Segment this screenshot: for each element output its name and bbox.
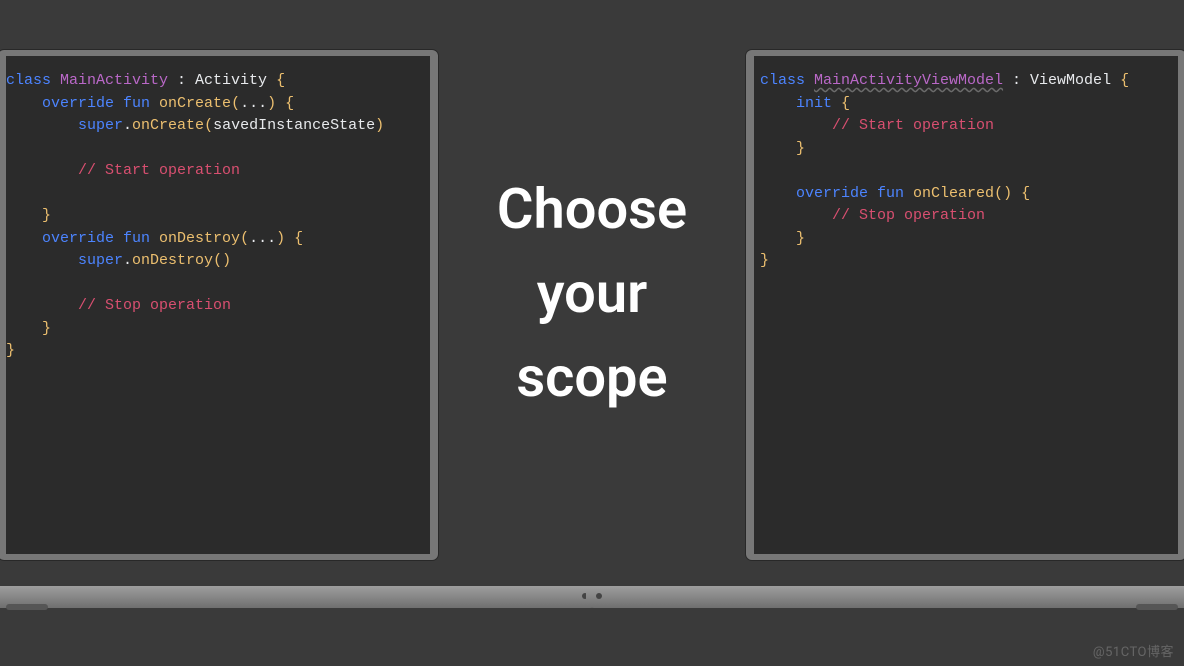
code-line: } — [6, 318, 430, 341]
code-line: override fun onCleared() { — [760, 183, 1178, 206]
code-token: ... — [240, 95, 267, 112]
code-token — [6, 252, 78, 269]
code-token: : ViewModel — [1003, 72, 1120, 89]
code-token: . — [123, 117, 132, 134]
code-line: } — [6, 340, 430, 363]
code-token: onDestroy — [159, 230, 240, 247]
code-line: // Start operation — [6, 160, 430, 183]
code-line — [6, 273, 430, 296]
code-line — [6, 183, 430, 206]
code-token: ( — [213, 252, 222, 269]
code-token: ) — [276, 230, 294, 247]
code-token: } — [796, 140, 805, 157]
code-token: // Stop operation — [78, 297, 231, 314]
code-token: } — [42, 320, 51, 337]
code-token: super — [78, 252, 123, 269]
right-laptop-base — [746, 568, 1184, 610]
code-token: } — [42, 207, 51, 224]
code-line: init { — [760, 93, 1178, 116]
code-token — [6, 95, 42, 112]
code-token: class — [6, 72, 60, 89]
code-token: // Start operation — [832, 117, 994, 134]
code-token: MainActivityViewModel — [814, 72, 1003, 89]
code-token: { — [1021, 185, 1030, 202]
code-token: . — [123, 252, 132, 269]
code-line: } — [760, 250, 1178, 273]
code-line: override fun onCreate(...) { — [6, 93, 430, 116]
code-token: // Stop operation — [832, 207, 985, 224]
code-line — [760, 160, 1178, 183]
code-line: } — [760, 138, 1178, 161]
right-code-editor: class MainActivityViewModel : ViewModel … — [754, 56, 1178, 554]
code-token: } — [6, 342, 15, 359]
code-token: ( — [204, 117, 213, 134]
code-token: MainActivity — [60, 72, 168, 89]
code-token — [760, 140, 796, 157]
code-token: : Activity — [168, 72, 276, 89]
code-token: } — [760, 252, 769, 269]
code-line: super.onDestroy() — [6, 250, 430, 273]
code-token: // Start operation — [78, 162, 240, 179]
code-token: ... — [249, 230, 276, 247]
code-token: { — [841, 95, 850, 112]
code-token: ) — [222, 252, 231, 269]
left-code-editor: class MainActivity : Activity { override… — [6, 56, 430, 554]
code-token: ( — [994, 185, 1003, 202]
code-line: class MainActivity : Activity { — [6, 70, 430, 93]
left-laptop: class MainActivity : Activity { override… — [0, 50, 438, 610]
code-token: override fun — [42, 95, 159, 112]
code-token: ) — [375, 117, 384, 134]
code-token — [6, 297, 78, 314]
code-token: } — [796, 230, 805, 247]
code-token: ( — [231, 95, 240, 112]
code-token: onCleared — [913, 185, 994, 202]
code-token — [760, 185, 796, 202]
code-token: ) — [1003, 185, 1021, 202]
right-screen-bezel: class MainActivityViewModel : ViewModel … — [746, 50, 1184, 560]
code-line: // Start operation — [760, 115, 1178, 138]
code-token: override fun — [42, 230, 159, 247]
code-token — [6, 320, 42, 337]
code-line: // Stop operation — [6, 295, 430, 318]
code-line: // Stop operation — [760, 205, 1178, 228]
code-token — [6, 117, 78, 134]
code-token: ( — [240, 230, 249, 247]
headline: Choose your scope — [497, 167, 687, 419]
watermark: @51CTO博客 — [1093, 641, 1174, 660]
code-token: { — [1120, 72, 1129, 89]
code-token: { — [276, 72, 285, 89]
right-laptop: class MainActivityViewModel : ViewModel … — [746, 50, 1184, 610]
code-token: class — [760, 72, 814, 89]
code-line: override fun onDestroy(...) { — [6, 228, 430, 251]
code-token: ) — [267, 95, 285, 112]
code-token — [6, 207, 42, 224]
code-line: } — [6, 205, 430, 228]
code-token — [6, 162, 78, 179]
right-notch-dot — [596, 593, 602, 599]
code-token: { — [294, 230, 303, 247]
code-token — [6, 230, 42, 247]
code-token: { — [285, 95, 294, 112]
code-token — [760, 117, 832, 134]
code-token: override fun — [796, 185, 913, 202]
code-line — [6, 138, 430, 161]
code-token — [760, 230, 796, 247]
code-token: savedInstanceState — [213, 117, 375, 134]
code-token — [760, 207, 832, 224]
code-token: super — [78, 117, 123, 134]
code-token: onCreate — [132, 117, 204, 134]
code-line: super.onCreate(savedInstanceState) — [6, 115, 430, 138]
code-token: init — [796, 95, 841, 112]
code-token — [760, 95, 796, 112]
code-line: } — [760, 228, 1178, 251]
code-token: onDestroy — [132, 252, 213, 269]
left-screen-bezel: class MainActivity : Activity { override… — [0, 50, 438, 560]
left-laptop-base — [0, 568, 438, 610]
code-token: onCreate — [159, 95, 231, 112]
code-line: class MainActivityViewModel : ViewModel … — [760, 70, 1178, 93]
